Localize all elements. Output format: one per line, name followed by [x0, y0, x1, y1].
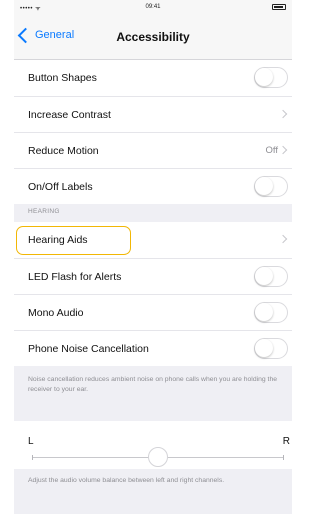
balance-slider-group: L R — [14, 421, 292, 469]
row-label: Mono Audio — [28, 306, 84, 319]
balance-right-label: R — [282, 436, 290, 447]
balance-left-label: L — [28, 436, 34, 447]
status-bar: ••••• ᯤ 09:41 — [14, 0, 292, 16]
row-mono-audio: Mono Audio — [14, 294, 292, 330]
row-label: Reduce Motion — [28, 144, 99, 157]
slider-tick-right — [283, 455, 284, 460]
section-header-hearing: HEARING — [28, 208, 60, 215]
battery-icon — [272, 4, 286, 10]
balance-slider-thumb[interactable] — [148, 447, 168, 467]
row-led-flash: LED Flash for Alerts — [14, 258, 292, 294]
balance-footer: Adjust the audio volume balance between … — [28, 477, 225, 484]
button-shapes-toggle[interactable] — [254, 67, 288, 88]
highlight-outline — [16, 226, 131, 255]
reduce-motion-value: Off — [265, 145, 279, 156]
phone-screen: ••••• ᯤ 09:41 General Accessibility Butt… — [14, 0, 292, 514]
settings-group-top: Button Shapes Increase Contrast Reduce M… — [14, 60, 292, 204]
page-title: Accessibility — [116, 30, 190, 44]
noise-cancellation-footer: Noise cancellation reduces ambient noise… — [28, 376, 278, 393]
slider-tick-left — [32, 455, 33, 460]
status-time: 09:41 — [145, 4, 161, 10]
navigation-bar: General Accessibility — [14, 16, 292, 60]
noise-cancellation-toggle[interactable] — [254, 338, 288, 359]
settings-group-hearing: Hearing Aids LED Flash for Alerts Mono A… — [14, 222, 292, 366]
row-label: On/Off Labels — [28, 180, 93, 193]
row-on-off-labels: On/Off Labels — [14, 168, 292, 204]
row-label: Increase Contrast — [28, 108, 111, 121]
row-phone-noise-cancellation: Phone Noise Cancellation — [14, 330, 292, 366]
row-label: Phone Noise Cancellation — [28, 342, 149, 355]
row-hearing-aids[interactable]: Hearing Aids — [14, 222, 292, 258]
row-button-shapes: Button Shapes — [14, 60, 292, 96]
led-flash-toggle[interactable] — [254, 266, 288, 287]
row-label: LED Flash for Alerts — [28, 270, 122, 283]
row-reduce-motion[interactable]: Reduce Motion Off — [14, 132, 292, 168]
on-off-labels-toggle[interactable] — [254, 176, 288, 197]
row-increase-contrast[interactable]: Increase Contrast — [14, 96, 292, 132]
row-label: Button Shapes — [28, 72, 97, 84]
mono-audio-toggle[interactable] — [254, 302, 288, 323]
